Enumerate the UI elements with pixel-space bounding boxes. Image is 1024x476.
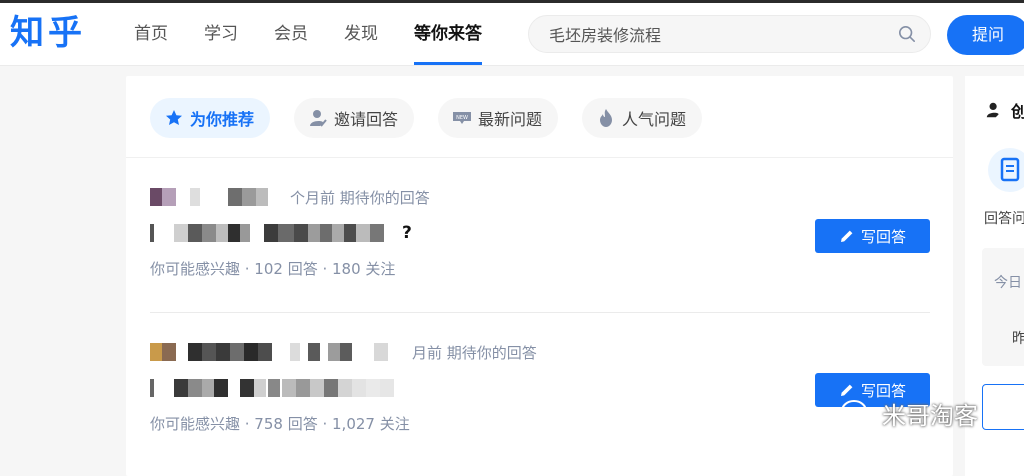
question-stats: 你可能感兴趣 · 102 回答 · 180 关注 (150, 260, 396, 278)
wechat-icon (841, 399, 875, 427)
watermark: 米哥淘客 (840, 396, 978, 431)
sidebar-stats-card: 今日 昨 (982, 248, 1024, 366)
pencil-icon (840, 230, 853, 242)
main-nav: 首页 学习 会员 发现 等你来答 (134, 3, 518, 65)
nav-home[interactable]: 首页 (134, 3, 168, 65)
blurred-author (150, 188, 290, 206)
nav-vip[interactable]: 会员 (274, 3, 308, 65)
question-meta: 个月前 期待你的回答 (150, 184, 930, 210)
question-item: 个月前 期待你的回答 ? 你可能感兴趣 · 102 回答 · 180 关注 写回… (150, 184, 930, 279)
tab-label: 人气问题 (622, 110, 687, 129)
tab-recommended[interactable]: 为你推荐 (150, 98, 271, 138)
search-input[interactable] (547, 16, 881, 54)
ask-question-button[interactable]: 提问 (947, 15, 1024, 55)
today-label: 今日 (994, 275, 1022, 291)
flame-icon (600, 109, 613, 127)
person-pen-icon (986, 102, 999, 118)
question-title-suffix: ? (402, 223, 412, 243)
top-navbar: 知乎 首页 学习 会员 发现 等你来答 提问 (0, 3, 1024, 66)
tab-label: 邀请回答 (334, 110, 399, 129)
watermark-text: 米哥淘客 (882, 402, 978, 430)
question-title[interactable] (150, 375, 930, 401)
feed-tabs: 为你推荐 邀请回答 NEW 最新问题 人气问题 (150, 98, 726, 138)
new-badge-icon: NEW (453, 112, 472, 124)
sidebar-title-text: 创 (1011, 102, 1024, 121)
sidebar-label[interactable]: 回答问 (984, 208, 1024, 228)
tab-label: 为你推荐 (190, 110, 255, 129)
question-title[interactable]: ? (150, 220, 930, 246)
person-pen-icon (310, 110, 327, 127)
nav-discover[interactable]: 发现 (344, 3, 378, 65)
blurred-author (150, 343, 412, 361)
question-divider (150, 312, 930, 313)
document-icon[interactable] (988, 148, 1024, 192)
sidebar-title: 创 (985, 98, 1024, 122)
write-answer-label: 写回答 (860, 227, 906, 246)
tab-invited[interactable]: 邀请回答 (294, 98, 415, 138)
question-meta-text: 个月前 期待你的回答 (290, 188, 430, 207)
question-feed: 为你推荐 邀请回答 NEW 最新问题 人气问题 个月前 期待你的回答 ? 你可能… (126, 76, 953, 476)
search-bar[interactable] (528, 15, 931, 54)
blurred-title (150, 379, 408, 397)
question-meta-text: 月前 期待你的回答 (412, 343, 537, 362)
tabs-divider (126, 157, 953, 158)
tab-popular[interactable]: 人气问题 (582, 98, 703, 138)
question-stats: 你可能感兴趣 · 758 回答 · 1,027 关注 (150, 415, 410, 433)
yesterday-label: 昨 (1012, 331, 1024, 347)
tab-newest[interactable]: NEW 最新问题 (438, 98, 559, 138)
sidebar-outlined-button[interactable] (982, 384, 1024, 430)
svg-text:NEW: NEW (456, 115, 468, 121)
nav-learn[interactable]: 学习 (204, 3, 238, 65)
blurred-title (150, 224, 402, 242)
zhihu-logo[interactable]: 知乎 (10, 13, 86, 53)
write-answer-button[interactable]: 写回答 (815, 219, 930, 253)
star-icon (166, 110, 182, 125)
tab-label: 最新问题 (478, 110, 543, 129)
search-icon[interactable] (898, 25, 916, 43)
question-meta: 月前 期待你的回答 (150, 339, 930, 365)
question-item: 月前 期待你的回答 你可能感兴趣 · 758 回答 · 1,027 关注 写回答 (150, 339, 930, 434)
nav-waiting-answers[interactable]: 等你来答 (414, 3, 482, 65)
